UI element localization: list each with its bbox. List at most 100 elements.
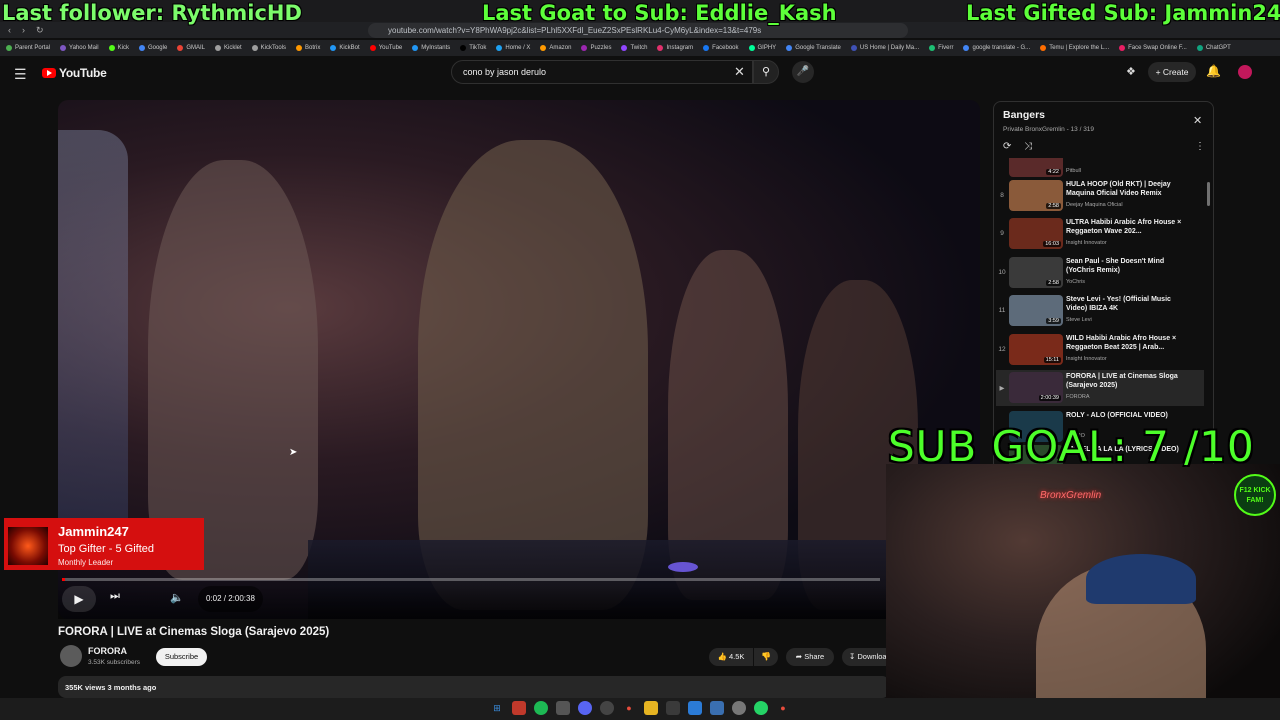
dislike-button[interactable]: 👎 (754, 648, 778, 666)
channel-name[interactable]: FORORA (88, 646, 127, 656)
bookmark-item[interactable]: Botrix (296, 45, 320, 51)
notifications-bell-icon[interactable]: 🔔 (1206, 64, 1221, 78)
playlist-item-index: ▶ (999, 385, 1005, 392)
bookmark-item[interactable]: Twitch (621, 45, 647, 51)
app3-icon[interactable] (688, 701, 702, 715)
bookmark-label: TikTok (469, 45, 487, 51)
bookmark-item[interactable]: KickBot (330, 45, 360, 51)
webcam-cap (1086, 554, 1196, 604)
app4-icon[interactable] (710, 701, 724, 715)
bookmark-label: YouTube (378, 45, 403, 51)
voice-search-button[interactable]: 🎤 (792, 61, 814, 83)
cast-icon[interactable]: ❖ (1126, 65, 1136, 78)
bookmark-item[interactable]: Amazon (540, 45, 571, 51)
download-button[interactable]: ↧ Download (842, 648, 890, 666)
app2-icon[interactable] (666, 701, 680, 715)
share-button[interactable]: ➦ Share (786, 648, 834, 666)
kick-fam-badge: F12 KICK FAM! (1234, 474, 1276, 516)
bookmark-item[interactable]: Facebook (703, 45, 739, 51)
location-icon[interactable]: ● (776, 701, 790, 715)
bookmark-item[interactable]: MyInstants (412, 45, 450, 51)
bookmark-label: Kick (117, 45, 129, 51)
playlist-item[interactable]: ▶ 2:00:39 FORORA | LIVE at Cinemas Sloga (… (996, 370, 1204, 406)
bookmark-item[interactable]: GIPHY (748, 45, 776, 51)
whatsapp-icon[interactable] (754, 701, 768, 715)
create-button[interactable]: + Create (1148, 62, 1196, 82)
playlist-thumbnail: 2:58 (1009, 257, 1063, 288)
bookmark-item[interactable]: Face Swap Online F... (1119, 45, 1187, 51)
playlist-item-channel: Insight Innovator (1066, 356, 1107, 362)
playlist-item[interactable]: 10 2:58 Sean Paul - She Doesn't Mind (YoCh… (996, 255, 1204, 291)
bookmark-item[interactable]: Home / X (496, 45, 530, 51)
settings-icon[interactable] (732, 701, 746, 715)
clear-search-icon[interactable]: ✕ (734, 64, 745, 80)
description-box[interactable] (58, 676, 890, 698)
forward-icon[interactable]: › (22, 25, 25, 35)
more-options-icon[interactable]: ⋮ (1195, 141, 1205, 152)
channel-avatar[interactable] (60, 645, 82, 667)
playlist-item[interactable]: 12 15:11 WILD Habibi Arabic Afro House × R… (996, 332, 1204, 368)
discord-icon[interactable] (578, 701, 592, 715)
play-button[interactable]: ▶ (62, 586, 96, 612)
bookmark-favicon-icon (214, 45, 221, 51)
volume-icon[interactable]: 🔈 (168, 588, 186, 608)
bookmark-item[interactable]: Parent Portal (6, 45, 50, 51)
bookmark-item[interactable]: Fiverr (929, 45, 953, 51)
bookmark-label: Instagram (666, 45, 694, 51)
search-icon: ⚲ (761, 66, 771, 78)
bookmark-item[interactable]: YouTube (369, 45, 403, 51)
folder-icon[interactable] (644, 701, 658, 715)
gifter-name: Jammin247 (58, 524, 129, 539)
bookmark-item[interactable]: Google Translate (786, 45, 841, 51)
playlist-duration: 2:58 (1046, 203, 1061, 209)
bookmark-item[interactable]: US Home | Daily Ma... (850, 45, 919, 51)
start-icon[interactable]: ⊞ (490, 701, 504, 715)
bookmark-item[interactable]: Temu | Explore the L... (1040, 45, 1109, 51)
playlist-item[interactable]: 4:22@LAMELIJOE YT II...Pitbull (996, 158, 1204, 180)
playlist-thumbnail: 2:58 (1009, 180, 1063, 211)
progress-bar[interactable] (62, 578, 880, 581)
bookmark-item[interactable]: KickTools (251, 45, 286, 51)
bookmark-item[interactable]: ChatGPT (1196, 45, 1231, 51)
pin-icon[interactable]: ● (622, 701, 636, 715)
playlist-item[interactable]: 9 16:03 ULTRA Habibi Arabic Afro House × R… (996, 216, 1204, 252)
reload-icon[interactable]: ↻ (36, 25, 44, 36)
bookmark-item[interactable]: Yahoo Mail (60, 45, 99, 51)
loop-icon[interactable]: ⟳ (1003, 141, 1011, 152)
app-icon[interactable] (556, 701, 570, 715)
bookmark-item[interactable]: Google (138, 45, 167, 51)
playlist-scrollbar[interactable] (1207, 182, 1210, 206)
play-icon: ▶ (74, 592, 84, 606)
spotify-icon[interactable] (534, 701, 548, 715)
bookmark-item[interactable]: Instagram (657, 45, 693, 51)
bookmark-label: Botrix (305, 45, 321, 51)
bookmark-label: Facebook (712, 45, 739, 51)
bookmark-favicon-icon (60, 45, 67, 51)
obs-icon[interactable] (600, 701, 614, 715)
playlist-item[interactable]: 8 2:58 HULA HOOP (Old RKT) | Deejay Maquin… (996, 178, 1204, 214)
subscribe-button[interactable]: Subscribe (156, 648, 207, 666)
bookmark-item[interactable]: GMAIL (177, 45, 205, 51)
close-icon[interactable]: ✕ (1193, 114, 1202, 127)
search-input[interactable]: cono by jason derulo (451, 60, 753, 84)
account-avatar[interactable] (1238, 65, 1252, 79)
bookmark-item[interactable]: TikTok (460, 45, 486, 51)
youtube-logo[interactable]: YouTube (42, 66, 107, 80)
bookmark-favicon-icon (850, 45, 857, 51)
next-icon[interactable]: ⏭ (110, 590, 120, 603)
brave-icon[interactable] (512, 701, 526, 715)
playlist-item-title: HULA HOOP (Old RKT) | Deejay Maquina Ofi… (1066, 181, 1171, 197)
bookmark-item[interactable]: google translate - G... (963, 45, 1030, 51)
bookmark-item[interactable]: Kicklet (214, 45, 242, 51)
bookmark-item[interactable]: Puzzles (581, 45, 611, 51)
playlist-item-title: ULTRA Habibi Arabic Afro House × Reggaet… (1066, 219, 1182, 235)
shuffle-icon[interactable]: ⤨ (1024, 141, 1032, 152)
bookmark-item[interactable]: Kick (108, 45, 129, 51)
playlist-title[interactable]: Bangers (1003, 109, 1045, 121)
bookmark-favicon-icon (657, 45, 664, 51)
playlist-item[interactable]: 11 3:59 Steve Levi - Yes! (Official Music … (996, 293, 1204, 329)
menu-icon[interactable]: ☰ (14, 66, 27, 83)
search-button[interactable]: ⚲ (753, 60, 779, 84)
like-button[interactable]: 👍 4.5K (709, 648, 753, 666)
back-icon[interactable]: ‹ (8, 25, 11, 35)
